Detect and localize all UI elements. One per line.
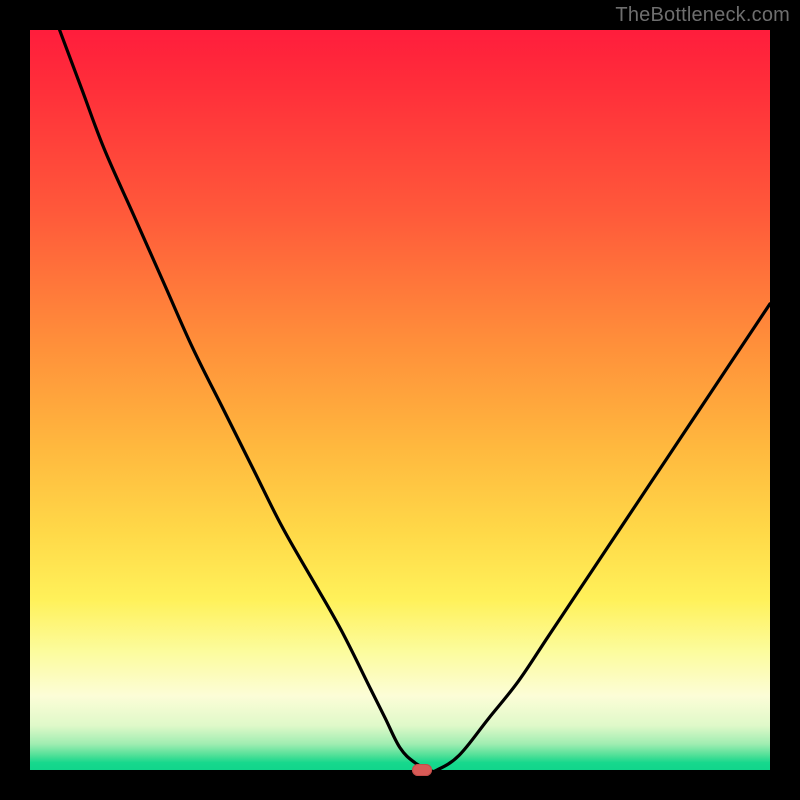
optimal-point-marker bbox=[412, 764, 432, 776]
chart-stage: TheBottleneck.com bbox=[0, 0, 800, 800]
watermark-text: TheBottleneck.com bbox=[615, 4, 790, 27]
plot-area bbox=[30, 30, 770, 770]
bottleneck-curve bbox=[30, 30, 770, 770]
